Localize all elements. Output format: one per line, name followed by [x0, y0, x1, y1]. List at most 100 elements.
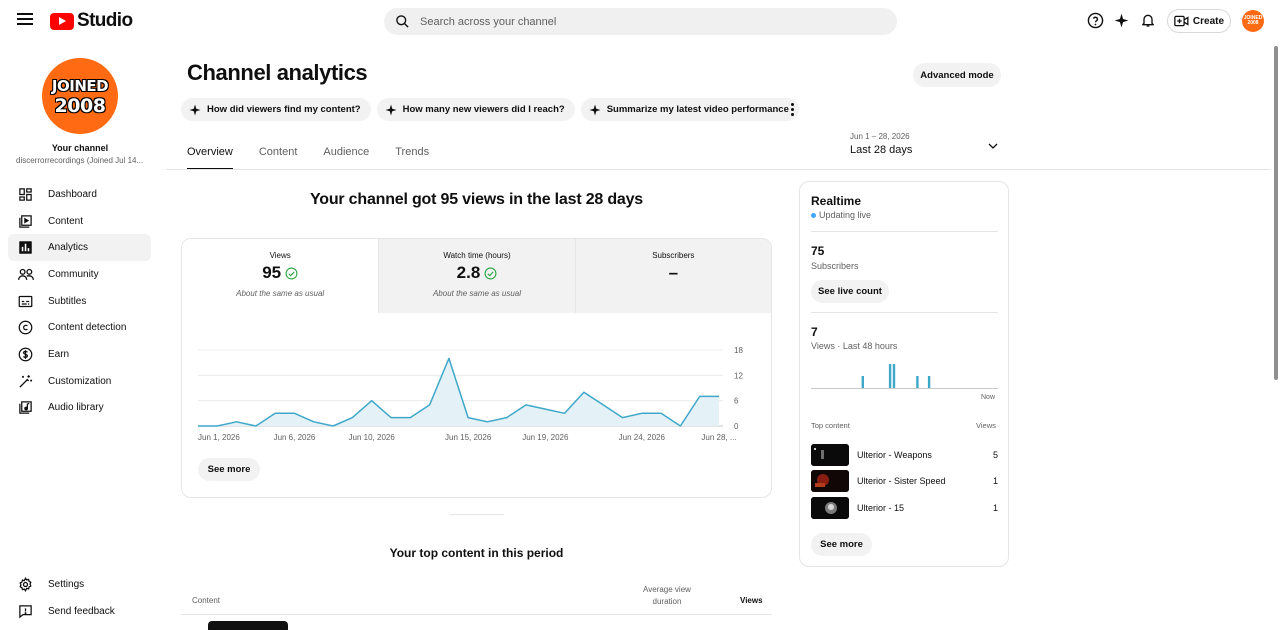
views-data-point[interactable]	[639, 410, 645, 416]
search-input[interactable]	[420, 15, 860, 28]
chip-new-viewers[interactable]: How many new viewers did I reach?	[376, 98, 575, 121]
views-data-point[interactable]	[484, 419, 490, 425]
views-data-point[interactable]	[407, 415, 413, 421]
views-data-point[interactable]	[349, 415, 355, 421]
top-content-row[interactable]: Ulterior - Weapons 5	[811, 444, 998, 466]
views-data-point[interactable]	[697, 393, 703, 399]
views-data-point[interactable]	[330, 423, 336, 429]
realtime-bar[interactable]	[892, 364, 896, 388]
menu-icon[interactable]	[17, 13, 33, 27]
sidebar-item-analytics[interactable]: Analytics	[8, 234, 151, 262]
sidebar-item-settings[interactable]: Settings	[8, 571, 151, 598]
views-line-chart: 18 12 6 0 Jun 1, 2026 Jun 6, 2026 Jun 10, 2026…	[195, 346, 743, 442]
views-data-point[interactable]	[716, 393, 722, 399]
tabs-divider	[166, 169, 1271, 170]
views-data-point[interactable]	[214, 423, 220, 429]
chip-summarize-performance[interactable]: Summarize my latest video performance	[580, 98, 799, 121]
chip-label: How many new viewers did I reach?	[402, 104, 565, 115]
sidebar-item-label: Content detection	[48, 322, 127, 334]
views-data-point[interactable]	[253, 423, 259, 429]
sidebar-item-send-feedback[interactable]: Send feedback	[8, 598, 151, 625]
date-range-label: Last 28 days	[850, 144, 913, 156]
chip-viewers-find[interactable]: How did viewers find my content?	[181, 98, 371, 121]
notifications-bell-icon[interactable]	[1139, 11, 1157, 29]
views-data-point[interactable]	[620, 415, 626, 421]
views-data-point[interactable]	[446, 355, 452, 361]
sidebar-item-label: Subtitles	[48, 295, 87, 307]
tab-audience[interactable]: Audience	[323, 146, 369, 170]
content-icon	[17, 213, 34, 230]
metric-subscribers[interactable]: Subscribers –	[574, 239, 771, 313]
column-avg-view-duration[interactable]: Average view duration	[629, 584, 705, 608]
sparkle-icon[interactable]	[1112, 11, 1130, 29]
sidebar-item-label: Send feedback	[48, 605, 115, 617]
metric-watch-time[interactable]: Watch time (hours) 2.8 About the same as…	[378, 239, 575, 313]
views-data-point[interactable]	[542, 406, 548, 412]
realtime-bar[interactable]	[927, 376, 931, 388]
create-button[interactable]: Create	[1167, 9, 1231, 33]
views-data-point[interactable]	[369, 398, 375, 404]
views-data-point[interactable]	[562, 410, 568, 416]
sidebar-item-customization[interactable]: Customization	[8, 368, 151, 395]
column-content[interactable]: Content	[192, 596, 220, 605]
video-thumbnail[interactable]	[208, 621, 288, 630]
sidebar-nav: Dashboard Content Analytics Community Su…	[8, 181, 151, 421]
help-icon[interactable]	[1086, 11, 1104, 29]
date-range-selector[interactable]: Jun 1 – 28, 2026 Last 28 days	[850, 132, 1010, 162]
views-data-point[interactable]	[523, 402, 529, 408]
youtube-studio-logo[interactable]: Studio	[50, 10, 133, 32]
tab-overview[interactable]: Overview	[187, 146, 233, 170]
realtime-bar[interactable]	[888, 364, 892, 388]
sidebar-item-dashboard[interactable]: Dashboard	[8, 181, 151, 208]
tab-content[interactable]: Content	[259, 146, 298, 170]
sidebar-item-subtitles[interactable]: Subtitles	[8, 288, 151, 315]
views-header: Views	[976, 421, 996, 430]
page-scrollbar[interactable]	[1274, 46, 1278, 380]
search-bar[interactable]	[384, 8, 897, 35]
views-data-point[interactable]	[465, 415, 471, 421]
now-label: Now	[981, 394, 996, 401]
views-data-point[interactable]	[195, 423, 201, 429]
realtime-bar[interactable]	[916, 376, 919, 388]
sparkle-icon	[589, 104, 601, 115]
top-bar: Studio Create JOINED 2008	[0, 0, 1280, 42]
views-data-point[interactable]	[291, 410, 297, 416]
x-tick-label: Jun 28, ...	[701, 433, 736, 442]
views-data-point[interactable]	[504, 415, 510, 421]
views-data-point[interactable]	[427, 402, 433, 408]
views-data-point[interactable]	[388, 415, 394, 421]
search-icon	[396, 15, 409, 28]
views-data-point[interactable]	[677, 423, 683, 429]
sparkle-icon	[189, 104, 201, 115]
top-content-row[interactable]: Ulterior - Sister Speed 1	[811, 470, 998, 492]
views-data-point[interactable]	[272, 410, 278, 416]
feedback-icon	[17, 603, 34, 620]
views-data-point[interactable]	[581, 389, 587, 395]
views-data-point[interactable]	[658, 410, 664, 416]
views-data-point[interactable]	[600, 402, 606, 408]
views-data-point[interactable]	[234, 419, 240, 425]
channel-avatar[interactable]: JOINED 2008	[42, 58, 118, 134]
views-data-point[interactable]	[311, 419, 317, 425]
sidebar-item-community[interactable]: Community	[8, 261, 151, 288]
sidebar-item-label: Analytics	[48, 242, 89, 254]
realtime-see-more-button[interactable]: See more	[811, 533, 872, 556]
sidebar-item-audio-library[interactable]: Audio library	[8, 395, 151, 422]
sidebar-item-earn[interactable]: Earn	[8, 341, 151, 368]
metric-views[interactable]: Views 95 About the same as usual	[182, 239, 379, 313]
account-avatar[interactable]: JOINED 2008	[1242, 10, 1264, 32]
top-content-row[interactable]: Ulterior - 15 1	[811, 497, 998, 519]
more-options-icon[interactable]	[786, 100, 798, 118]
column-views[interactable]: Views	[740, 596, 763, 605]
realtime-title: Realtime	[811, 194, 862, 208]
realtime-bar[interactable]	[861, 376, 864, 388]
sidebar-item-label: Customization	[48, 375, 112, 387]
your-channel-label: Your channel	[51, 143, 109, 153]
sidebar-item-content-detection[interactable]: Content detection	[8, 314, 151, 341]
tab-trends[interactable]: Trends	[395, 146, 429, 170]
see-live-count-button[interactable]: See live count	[811, 280, 889, 303]
sidebar-item-content[interactable]: Content	[8, 208, 151, 235]
advanced-mode-button[interactable]: Advanced mode	[913, 63, 1001, 87]
see-more-button[interactable]: See more	[198, 458, 260, 481]
audio-library-icon	[17, 399, 34, 416]
